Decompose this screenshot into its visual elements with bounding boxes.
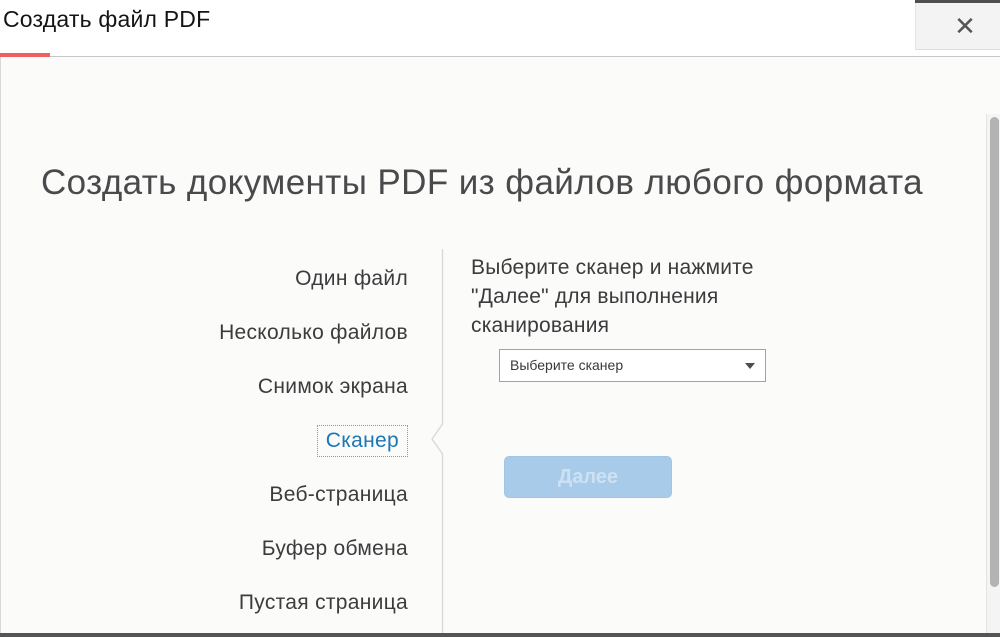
close-icon: ✕ [954,11,976,41]
creation-type-menu: Один файл Несколько файлов Снимок экрана… [1,252,408,630]
scrollbar-track[interactable] [986,114,1000,637]
scanner-select-value: Выберите сканер [510,350,623,381]
selected-menu-item-box: Сканер [317,425,408,457]
window-edge-strip [915,0,1000,3]
window-title: Создать файл PDF [3,6,210,33]
menu-item-multiple-files[interactable]: Несколько файлов [1,306,408,360]
dialog-body: Создать документы PDF из файлов любого ф… [0,57,1000,633]
dialog-heading: Создать документы PDF из файлов любого ф… [41,163,961,203]
titlebar: Создать файл PDF ✕ [0,0,1000,56]
menu-item-web-page[interactable]: Веб-страница [1,468,408,522]
scrollbar-thumb[interactable] [990,117,999,587]
scanner-select-dropdown[interactable]: Выберите сканер [499,349,766,382]
chevron-down-icon [745,363,755,369]
create-pdf-dialog: Создать файл PDF ✕ Создать документы PDF… [0,0,1000,637]
menu-item-single-file[interactable]: Один файл [1,252,408,306]
menu-item-clipboard[interactable]: Буфер обмена [1,522,408,576]
next-button[interactable]: Далее [504,456,672,498]
scanner-instruction-text: Выберите сканер и нажмите "Далее" для вы… [471,253,776,340]
menu-item-screenshot[interactable]: Снимок экрана [1,360,408,414]
menu-panel-divider [431,249,451,637]
menu-item-blank-page[interactable]: Пустая страница [1,576,408,630]
window-bottom-bar [0,633,1000,637]
menu-item-scanner[interactable]: Сканер [1,414,408,468]
close-button[interactable]: ✕ [945,9,985,43]
